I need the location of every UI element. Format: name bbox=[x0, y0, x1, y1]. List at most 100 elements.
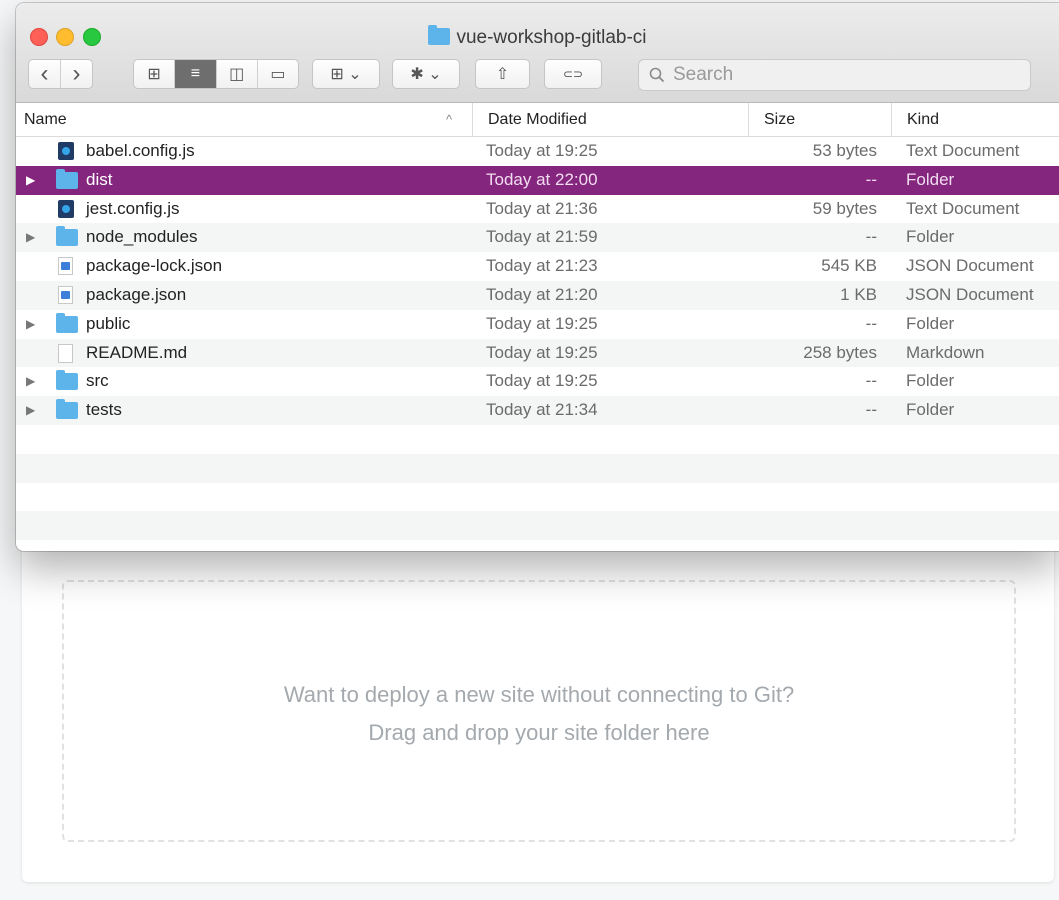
json-file-icon bbox=[58, 257, 76, 276]
file-row[interactable]: package-lock.json Today at 21:23 545 KB JSO… bbox=[16, 252, 1059, 281]
document-icon bbox=[58, 343, 76, 363]
file-name: public bbox=[86, 313, 131, 333]
disclosure-triangle-icon[interactable]: ▶ bbox=[26, 396, 40, 425]
empty-list-row bbox=[16, 511, 1059, 541]
file-size: 545 KB bbox=[821, 256, 877, 276]
file-size: -- bbox=[865, 400, 877, 420]
disclosure-triangle-icon[interactable]: ▶ bbox=[26, 223, 40, 252]
file-kind: Folder bbox=[906, 371, 955, 391]
file-kind: Folder bbox=[906, 400, 955, 420]
file-row[interactable]: ▶ node_modules Today at 21:59 -- Folder bbox=[16, 223, 1059, 253]
list-header: Name ^ Date Modified Size Kind bbox=[16, 103, 1059, 137]
file-date-modified: Today at 19:25 bbox=[486, 342, 598, 362]
column-view-button[interactable]: ◫ bbox=[217, 60, 258, 88]
file-list: babel.config.js Today at 19:25 53 bytes Tex… bbox=[16, 137, 1059, 551]
json-file-icon bbox=[58, 285, 76, 304]
back-forward-control: ‹ › bbox=[28, 59, 93, 89]
file-row[interactable]: ▶ public Today at 19:25 -- Folder bbox=[16, 309, 1059, 339]
file-row[interactable]: jest.config.js Today at 21:36 59 bytes Text… bbox=[16, 194, 1059, 224]
window-toolbar: vue-workshop-gitlab-ci ‹ › ⊞ ≡ ◫ ▭ ⊞ ⌄ ✱… bbox=[16, 3, 1059, 103]
folder-glyph bbox=[56, 168, 78, 189]
search-field[interactable] bbox=[638, 59, 1031, 91]
search-input[interactable] bbox=[671, 63, 975, 87]
file-row[interactable]: README.md Today at 19:25 258 bytes Markdown bbox=[16, 338, 1059, 368]
empty-list-row bbox=[16, 424, 1059, 454]
file-size: -- bbox=[865, 313, 877, 333]
file-size: 59 bytes bbox=[812, 198, 877, 218]
size-column-header[interactable]: Size bbox=[748, 103, 891, 136]
folder-glyph bbox=[56, 312, 78, 333]
file-row[interactable]: ▶ dist Today at 22:00 -- Folder bbox=[16, 165, 1059, 195]
file-kind: Folder bbox=[906, 169, 955, 189]
view-mode-control: ⊞ ≡ ◫ ▭ bbox=[133, 59, 299, 89]
file-size: -- bbox=[865, 169, 877, 189]
file-name: package.json bbox=[86, 284, 187, 304]
file-date-modified: Today at 21:36 bbox=[486, 198, 598, 218]
back-button[interactable]: ‹ bbox=[29, 60, 61, 88]
group-grid-icon: ⊞ ⌄ bbox=[330, 66, 362, 83]
js-file-glyph bbox=[58, 142, 74, 160]
file-size: -- bbox=[865, 371, 877, 391]
tags-button[interactable]: ⊂⊃ bbox=[544, 59, 602, 89]
dropzone-line-2: Drag and drop your site folder here bbox=[368, 720, 710, 745]
share-icon: ⇧ bbox=[495, 66, 510, 83]
file-kind: Folder bbox=[906, 313, 955, 333]
js-file-icon bbox=[58, 142, 76, 160]
json-file-glyph bbox=[58, 257, 73, 276]
file-date-modified: Today at 21:59 bbox=[486, 227, 598, 247]
kind-column-header[interactable]: Kind bbox=[891, 103, 1059, 136]
folder-icon bbox=[56, 226, 78, 247]
file-name: README.md bbox=[86, 342, 188, 362]
share-button[interactable]: ⇧ bbox=[475, 59, 530, 89]
file-date-modified: Today at 21:20 bbox=[486, 284, 598, 304]
site-dropzone[interactable]: Want to deploy a new site without connec… bbox=[62, 580, 1016, 842]
file-kind: Markdown bbox=[906, 342, 985, 362]
disclosure-triangle-icon[interactable]: ▶ bbox=[26, 367, 40, 396]
folder-icon bbox=[56, 370, 78, 391]
icon-view-button[interactable]: ⊞ bbox=[134, 60, 176, 88]
folder-glyph bbox=[56, 370, 78, 391]
file-kind: Text Document bbox=[906, 141, 1020, 160]
js-file-glyph bbox=[58, 199, 74, 218]
file-date-modified: Today at 21:34 bbox=[486, 400, 598, 420]
date-column-header[interactable]: Date Modified bbox=[472, 103, 748, 136]
file-date-modified: Today at 22:00 bbox=[486, 169, 598, 189]
action-menu-button[interactable]: ✱ ⌄ bbox=[392, 59, 460, 89]
file-size: 53 bytes bbox=[812, 141, 877, 160]
file-name: src bbox=[86, 371, 109, 391]
file-name: jest.config.js bbox=[86, 198, 180, 218]
name-column-header[interactable]: Name ^ bbox=[16, 103, 472, 136]
empty-list-row bbox=[16, 482, 1059, 512]
file-date-modified: Today at 21:23 bbox=[486, 256, 598, 276]
disclosure-triangle-icon[interactable]: ▶ bbox=[26, 310, 40, 339]
file-size: 1 KB bbox=[840, 284, 877, 304]
search-icon bbox=[649, 67, 665, 83]
disclosure-triangle-icon[interactable]: ▶ bbox=[26, 166, 40, 195]
file-row[interactable]: package.json Today at 21:20 1 KB JSON Docum… bbox=[16, 280, 1059, 310]
file-name: babel.config.js bbox=[86, 141, 195, 160]
file-kind: JSON Document bbox=[906, 256, 1034, 276]
file-row[interactable]: ▶ tests Today at 21:34 -- Folder bbox=[16, 396, 1059, 425]
columns-icon: ◫ bbox=[229, 66, 245, 83]
file-size: -- bbox=[865, 227, 877, 247]
group-by-button[interactable]: ⊞ ⌄ bbox=[312, 59, 380, 89]
tag-icon: ⊂⊃ bbox=[562, 67, 584, 81]
forward-button[interactable]: › bbox=[61, 60, 92, 88]
folder-glyph bbox=[56, 226, 78, 247]
sort-ascending-icon: ^ bbox=[446, 112, 453, 127]
file-date-modified: Today at 19:25 bbox=[486, 371, 598, 391]
gear-icon: ✱ ⌄ bbox=[410, 66, 442, 83]
gallery-view-button[interactable]: ▭ bbox=[258, 60, 298, 88]
file-kind: JSON Document bbox=[906, 284, 1034, 304]
file-row[interactable]: babel.config.js Today at 19:25 53 bytes Tex… bbox=[16, 137, 1059, 166]
list-view-button[interactable]: ≡ bbox=[175, 60, 217, 88]
document-glyph bbox=[58, 343, 73, 363]
file-row[interactable]: ▶ src Today at 19:25 -- Folder bbox=[16, 367, 1059, 397]
dropzone-line-1: Want to deploy a new site without connec… bbox=[283, 682, 795, 707]
chevron-left-icon: ‹ bbox=[40, 60, 49, 87]
